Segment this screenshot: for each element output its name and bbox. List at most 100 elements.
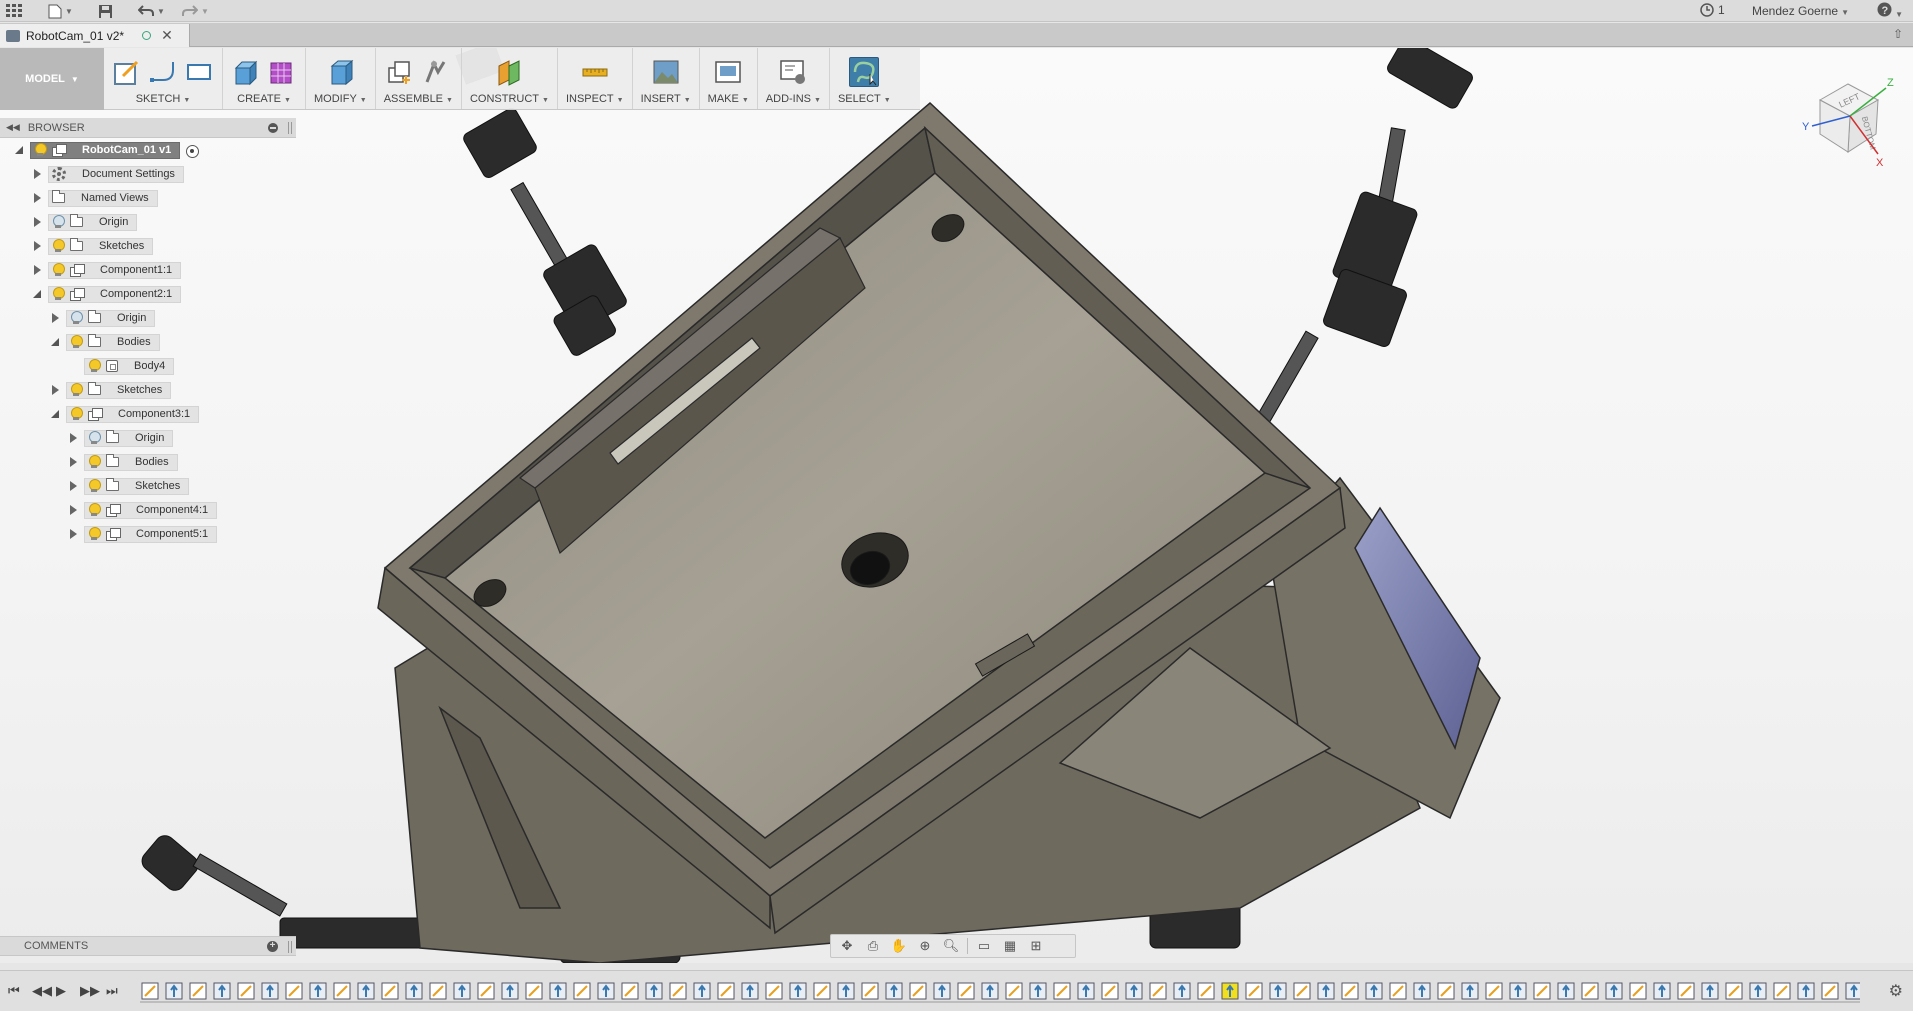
browser-root-node[interactable]: RobotCam_01 v1 [14,140,200,160]
timeline-feature-icon[interactable] [1341,982,1359,1000]
visibility-bulb-icon[interactable] [70,335,83,349]
timeline-feature-icon[interactable] [165,982,183,1000]
timeline-feature-icon[interactable] [1821,982,1839,1000]
visibility-bulb-icon[interactable] [52,239,65,253]
visibility-bulb-icon[interactable] [52,215,65,229]
visibility-bulb-icon[interactable] [88,431,101,445]
visibility-bulb-icon[interactable] [88,479,101,493]
rectangle-tool-icon[interactable] [184,57,214,87]
timeline-feature-icon[interactable] [861,982,879,1000]
tree-node-chip[interactable]: Component4:1 [84,501,218,519]
timeline-feature-icon[interactable] [141,982,159,1000]
tree-node[interactable]: Component1:1 [32,260,182,280]
tree-node-chip[interactable]: Sketches [66,381,172,399]
document-tab[interactable]: RobotCam_01 v2* ✕ [0,24,190,47]
timeline-feature-icon[interactable] [1581,982,1599,1000]
timeline-feature-icon[interactable] [237,982,255,1000]
activate-component-icon[interactable] [186,144,200,158]
tree-node-chip[interactable]: Component5:1 [84,525,218,543]
press-pull-icon[interactable] [325,57,355,87]
expand-arrow-icon[interactable] [68,433,78,443]
timeline-feature-icon[interactable] [573,982,591,1000]
tree-node[interactable]: Body4 [68,356,175,376]
tree-node[interactable]: Component5:1 [68,524,218,544]
timeline-feature-icon[interactable] [1101,982,1119,1000]
timeline-feature-icon[interactable] [1437,982,1455,1000]
visibility-bulb-icon[interactable] [88,455,101,469]
timeline-feature-icon[interactable] [357,982,375,1000]
timeline-feature-icon[interactable] [981,982,999,1000]
measure-icon[interactable] [580,57,610,87]
tree-node-chip[interactable]: Origin [84,429,174,447]
timeline-feature-icon[interactable] [1317,982,1335,1000]
timeline-feature-icon[interactable] [621,982,639,1000]
tree-node-chip[interactable]: Bodies [84,453,178,471]
pan-icon[interactable]: ✋ [889,938,909,954]
expand-arrow-icon[interactable] [68,457,78,467]
timeline-feature-icon[interactable] [261,982,279,1000]
make-menu[interactable]: MAKE ▼ [708,93,749,105]
select-menu[interactable]: SELECT ▼ [838,93,891,105]
tree-node-chip[interactable]: Bodies [66,333,160,351]
timeline-feature-icon[interactable] [597,982,615,1000]
timeline-feature-icon[interactable] [1629,982,1647,1000]
timeline-feature-icon[interactable] [453,982,471,1000]
close-tab-icon[interactable]: ✕ [161,27,173,44]
extrude-icon[interactable] [231,57,261,87]
create-sketch-icon[interactable] [112,57,142,87]
visibility-bulb-icon[interactable] [52,287,65,301]
add-comment-icon[interactable]: + [267,941,278,952]
timeline-feature-icon[interactable] [1677,982,1695,1000]
timeline-feature-icon[interactable] [1557,982,1575,1000]
line-tool-icon[interactable] [148,57,178,87]
tree-node[interactable]: Component2:1 [32,284,182,304]
expand-arrow-icon[interactable] [50,313,60,323]
insert-image-icon[interactable] [651,57,681,87]
tree-node-chip[interactable]: Origin [66,309,156,327]
workspace-switcher[interactable]: MODEL ▼ [0,48,104,110]
save-icon[interactable] [98,2,113,20]
timeline-feature-icon[interactable] [1197,982,1215,1000]
tree-node-chip[interactable]: Named Views [48,189,158,207]
user-account-menu[interactable]: Mendez Goerne ▼ [1752,4,1849,18]
tree-node[interactable]: Origin [50,308,156,328]
tree-node[interactable]: Document Settings [32,164,184,184]
tab-overflow-icon[interactable]: ⇧ [1893,27,1903,41]
timeline-feature-icon[interactable] [405,982,423,1000]
tree-node-chip[interactable]: Body4 [84,357,175,375]
play-icon[interactable]: ▶ [56,983,66,999]
tree-node[interactable]: Component4:1 [68,500,218,520]
expand-arrow-icon[interactable] [32,241,42,251]
timeline-feature-icon[interactable] [933,982,951,1000]
offset-plane-icon[interactable] [494,57,524,87]
scripts-addins-icon[interactable] [778,57,808,87]
tree-node[interactable]: Bodies [50,332,160,352]
timeline-feature-icon[interactable] [1509,982,1527,1000]
tree-node[interactable]: Sketches [32,236,154,256]
timeline-feature-icon[interactable] [213,982,231,1000]
tree-node[interactable]: Sketches [68,476,190,496]
sketch-menu[interactable]: SKETCH ▼ [136,93,191,105]
comments-panel[interactable]: COMMENTS + [0,936,296,956]
collapse-arrow-icon[interactable] [50,409,60,419]
expand-arrow-icon[interactable] [68,529,78,539]
timeline-feature-icon[interactable] [1269,982,1287,1000]
expand-arrow-icon[interactable] [32,217,42,227]
joint-icon[interactable] [421,57,451,87]
tree-node-chip[interactable]: Component1:1 [48,261,182,279]
view-cube[interactable]: LEFT BOTTOM Z X Y [1790,70,1900,170]
timeline-feature-icon[interactable] [1749,982,1767,1000]
timeline-feature-icon[interactable] [1029,982,1047,1000]
expand-arrow-icon[interactable] [68,505,78,515]
step-back-icon[interactable]: ◀◀ [32,983,52,999]
timeline-feature-icon[interactable] [909,982,927,1000]
tree-node-chip[interactable]: Component3:1 [66,405,200,423]
visibility-bulb-icon[interactable] [88,527,101,541]
visibility-bulb-icon[interactable] [88,359,101,373]
tree-node[interactable]: Origin [32,212,138,232]
expand-arrow-icon[interactable] [50,385,60,395]
timeline-feature-icon[interactable] [1413,982,1431,1000]
tree-node[interactable]: Sketches [50,380,172,400]
tree-node-chip[interactable]: Sketches [48,237,154,255]
timeline-marker[interactable] [1221,982,1239,1000]
